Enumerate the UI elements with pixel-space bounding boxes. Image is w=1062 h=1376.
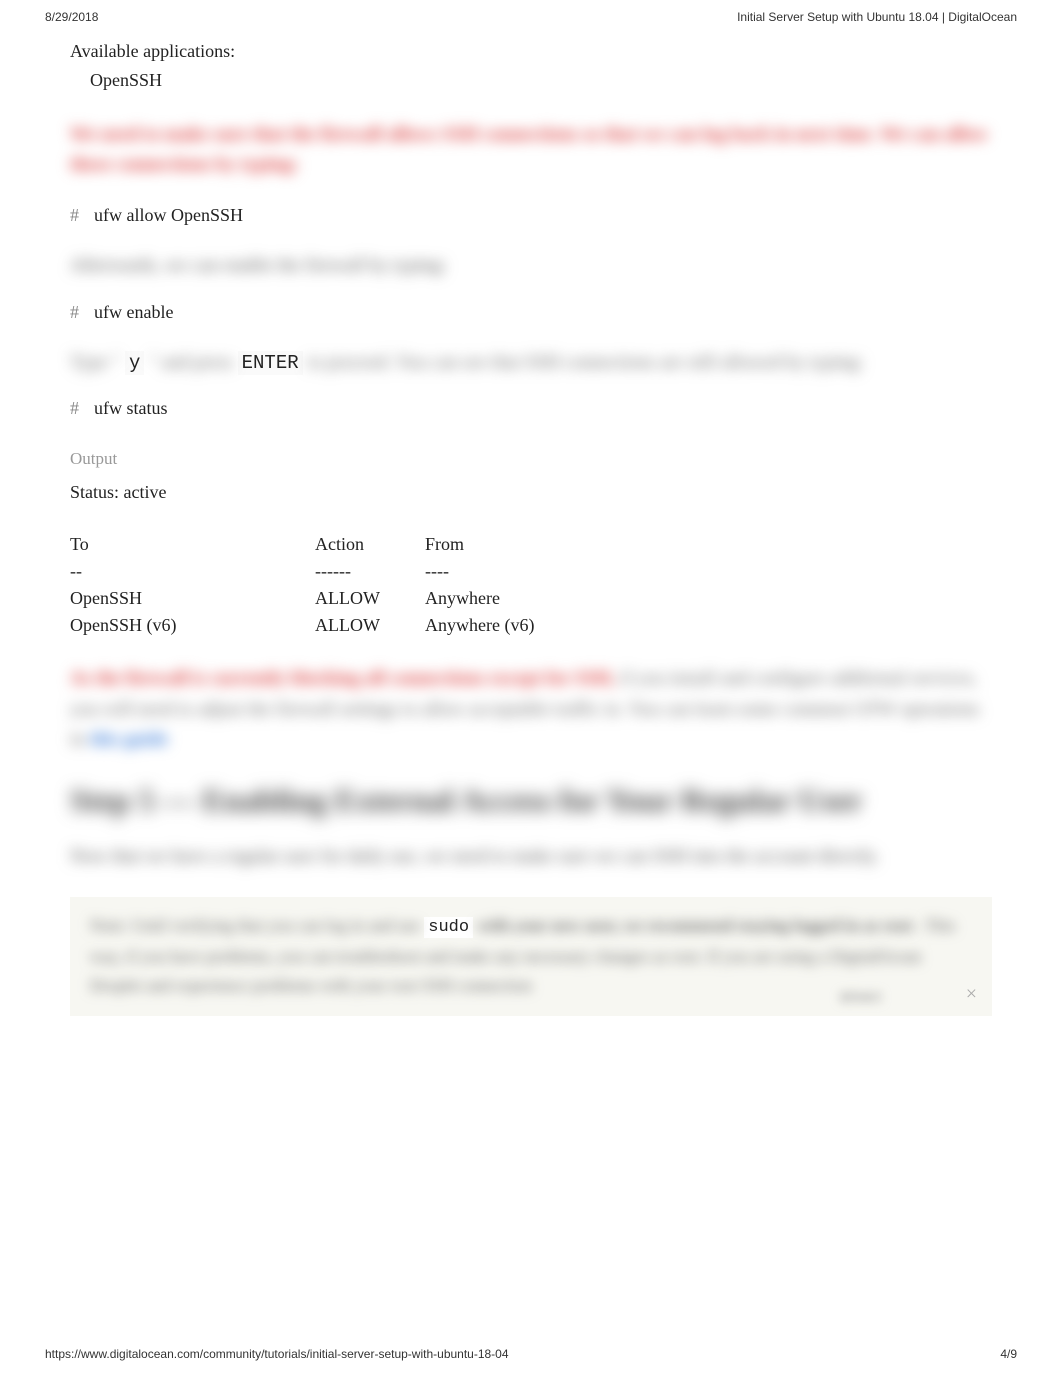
blurred-text-3: As the firewall is currently blocking al… (70, 664, 992, 755)
divider-from: ---- (425, 558, 992, 585)
footer-url: https://www.digitalocean.com/community/t… (45, 1347, 509, 1361)
command-text: ufw allow OpenSSH (94, 205, 243, 225)
page-header: 8/29/2018 Initial Server Setup with Ubun… (0, 0, 1062, 32)
ufw-status-table: To Action From -- ------ ---- OpenSSH AL… (70, 531, 992, 639)
blur-mid: " and press (149, 352, 238, 373)
output-label: Output (70, 449, 992, 469)
command-allow-openssh: # ufw allow OpenSSH (70, 205, 992, 226)
table-divider-row: -- ------ ---- (70, 558, 992, 585)
header-date: 8/29/2018 (45, 10, 98, 24)
cell-to: OpenSSH (v6) (70, 612, 315, 639)
status-line: Status: active (70, 479, 992, 506)
header-title: Initial Server Setup with Ubuntu 18.04 |… (737, 10, 1017, 24)
blurred-text-1: We need to make sure that the firewall a… (70, 120, 992, 181)
footer-page-number: 4/9 (1000, 1347, 1017, 1361)
privacy-link[interactable]: privacy (840, 988, 882, 1004)
header-to: To (70, 531, 315, 558)
note-blur-1b: with your new user, we recommend staying… (477, 916, 912, 935)
command-ufw-status: # ufw status (70, 398, 992, 419)
blurred-text-4: Now that we have a regular user for dail… (70, 842, 992, 872)
command-text: ufw enable (94, 302, 173, 322)
header-action: Action (315, 531, 425, 558)
prompt-hash: # (70, 205, 79, 225)
page-footer: https://www.digitalocean.com/community/t… (0, 1347, 1062, 1361)
prompt-hash: # (70, 302, 79, 322)
blur-post: to proceed. You can see that SSH connect… (307, 352, 863, 373)
table-row: OpenSSH ALLOW Anywhere (70, 585, 992, 612)
cell-action: ALLOW (315, 612, 425, 639)
document-content: Available applications: OpenSSH We need … (0, 37, 1062, 1016)
key-y: y (125, 351, 144, 375)
header-from: From (425, 531, 992, 558)
command-ufw-enable: # ufw enable (70, 302, 992, 323)
divider-action: ------ (315, 558, 425, 585)
blur-link: this guide (90, 729, 169, 750)
command-text: ufw status (94, 398, 168, 418)
table-header-row: To Action From (70, 531, 992, 558)
blur-red-part: As the firewall is currently blocking al… (70, 668, 615, 689)
blur-pre: Type " (70, 352, 120, 373)
blurred-text-2: Afterwards, we can enable the firewall b… (70, 251, 992, 281)
app-list-block: Available applications: OpenSSH (70, 37, 1017, 95)
cell-from: Anywhere (425, 585, 992, 612)
close-icon[interactable]: × (966, 983, 977, 1006)
blurred-step-heading: Step 5 — Enabling External Access for Yo… (70, 780, 992, 822)
note-blur-1a: Note: Until verifying that you can log i… (90, 916, 424, 935)
cell-to: OpenSSH (70, 585, 315, 612)
app-item: OpenSSH (70, 66, 1017, 95)
divider-to: -- (70, 558, 315, 585)
key-enter: ENTER (238, 351, 303, 375)
type-y-enter-line: Type " y " and press ENTER to proceed. Y… (70, 348, 992, 378)
cell-from: Anywhere (v6) (425, 612, 992, 639)
sudo-code: sudo (424, 917, 473, 938)
note-box: Note: Until verifying that you can log i… (70, 897, 992, 1016)
cell-action: ALLOW (315, 585, 425, 612)
prompt-hash: # (70, 398, 79, 418)
table-row: OpenSSH (v6) ALLOW Anywhere (v6) (70, 612, 992, 639)
apps-label: Available applications: (70, 37, 1017, 66)
